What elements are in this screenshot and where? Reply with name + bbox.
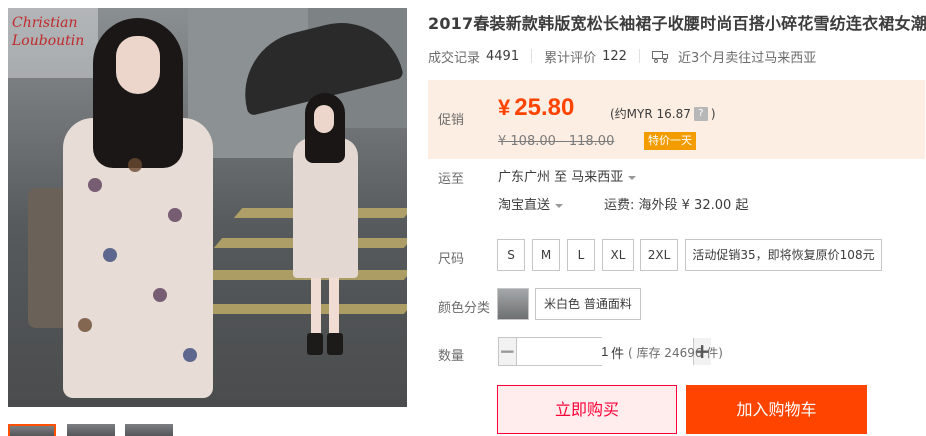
help-icon[interactable]: ?	[693, 106, 708, 121]
quantity-unit: 件	[611, 347, 625, 362]
color-swatch-image[interactable]	[497, 288, 529, 320]
shipping-route: 广东广州 至 马来西亚	[498, 170, 624, 185]
converted-price: (约MYR 16.87 ? )	[610, 105, 716, 122]
buy-now-button[interactable]: 立即购买	[497, 385, 677, 434]
truck-icon	[651, 50, 670, 63]
watermark-logo: Christian Louboutin	[8, 8, 98, 78]
shipping-method-select[interactable]: 淘宝直送	[498, 194, 564, 213]
deals-count: 4491	[486, 48, 520, 64]
size-option-promo[interactable]: 活动促销35，即将恢复原价108元	[685, 239, 882, 271]
quantity-label: 数量	[438, 349, 465, 364]
product-main-image[interactable]: Christian Louboutin	[8, 8, 407, 407]
color-label: 颜色分类	[438, 301, 491, 316]
price-label: 促销	[438, 113, 465, 128]
chevron-down-icon	[628, 175, 637, 180]
divider	[531, 49, 533, 63]
stock-count: ( 库存 24696 件)	[628, 346, 723, 360]
add-to-cart-button[interactable]: 加入购物车	[686, 385, 867, 434]
reviews-count: 122	[602, 48, 627, 64]
quantity-stepper: − +	[498, 337, 711, 366]
reviews-label: 累计评价	[544, 50, 597, 66]
thumbnail-1[interactable]	[8, 424, 56, 436]
promo-price: ¥25.80	[498, 94, 574, 122]
size-option-l[interactable]: L	[567, 239, 595, 271]
chevron-down-icon	[555, 203, 564, 208]
deals-label: 成交记录	[428, 50, 481, 66]
thumbnail-2[interactable]	[67, 424, 115, 436]
thumbnail-3[interactable]	[125, 424, 173, 436]
original-price: ¥ 108.00 - 118.00	[498, 134, 615, 149]
size-option-2xl[interactable]: 2XL	[640, 239, 678, 271]
size-option-m[interactable]: M	[532, 239, 560, 271]
price-value: 25.80	[514, 94, 575, 121]
converted-price-text: (约MYR 16.87	[610, 107, 691, 121]
quantity-decrease-button[interactable]: −	[499, 338, 516, 365]
shipping-destination-select[interactable]: 广东广州 至 马来西亚	[498, 166, 637, 185]
product-stats: 成交记录 4491 累计评价 122 近3个月卖往过马来西亚	[428, 46, 816, 66]
divider	[638, 49, 640, 63]
product-title: 2017春装新款韩版宽松长袖裙子收腰时尚百搭小碎花雪纺连衣裙女潮	[428, 14, 926, 33]
reviews-stat[interactable]: 累计评价 122	[544, 47, 627, 66]
shipping-history: 近3个月卖往过马来西亚	[651, 47, 817, 66]
price-panel: 促销 ¥25.80 (约MYR 16.87 ? ) ¥ 108.00 - 118…	[428, 80, 925, 159]
shipping-label: 运至	[438, 172, 465, 187]
currency-symbol: ¥	[498, 95, 511, 120]
size-option-xl[interactable]: XL	[602, 239, 634, 271]
shipping-method: 淘宝直送	[498, 198, 551, 213]
deals-stat[interactable]: 成交记录 4491	[428, 47, 519, 66]
shipping-fee: 运费: 海外段 ¥ 32.00 起	[604, 198, 749, 213]
shipping-history-text: 近3个月卖往过马来西亚	[677, 50, 817, 66]
size-option-s[interactable]: S	[497, 239, 525, 271]
converted-price-close: )	[710, 106, 716, 121]
color-option[interactable]: 米白色 普通面料	[535, 288, 641, 320]
promo-tag: 特价一天	[644, 132, 696, 150]
size-label: 尺码	[438, 252, 465, 267]
